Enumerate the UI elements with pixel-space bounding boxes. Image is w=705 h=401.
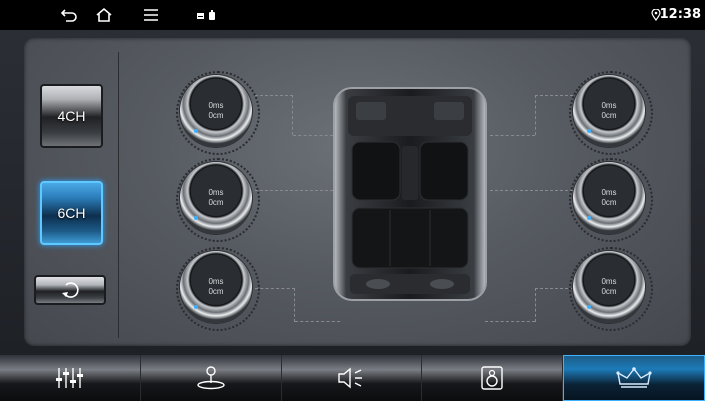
knob-indicator: [194, 216, 198, 220]
panel-divider: [118, 52, 119, 338]
delay-value: 0ms: [601, 277, 617, 286]
knob-indicator: [194, 305, 198, 309]
distance-value: 0cm: [208, 287, 224, 296]
connector: [535, 288, 573, 322]
delay-value: 0ms: [208, 188, 224, 197]
connector: [535, 95, 573, 135]
status-bar: 12:38: [0, 0, 705, 30]
speaker-knob-middle-right[interactable]: 0ms 0cm: [569, 158, 653, 242]
connector: [295, 321, 340, 322]
distance-value: 0cm: [601, 198, 617, 207]
knob-indicator: [587, 216, 591, 220]
notification-icons: [194, 5, 222, 25]
tab-subwoofer[interactable]: [422, 355, 564, 401]
connector: [490, 135, 535, 136]
delay-value: 0ms: [601, 101, 617, 110]
reset-icon: [62, 282, 79, 298]
reset-button[interactable]: [34, 275, 106, 305]
subwoofer-speaker-icon: [481, 366, 503, 390]
distance-value: 0cm: [208, 111, 224, 120]
speaker-knob-front-right[interactable]: 0ms 0cm: [569, 71, 653, 155]
crown-icon: [616, 367, 652, 388]
connector: [255, 190, 333, 200]
joystick-balance-icon: [196, 366, 225, 390]
delay-value: 0ms: [601, 188, 617, 197]
speaker-knob-rear-right[interactable]: 0ms 0cm: [569, 247, 653, 331]
delay-value: 0ms: [208, 277, 224, 286]
connector: [255, 288, 295, 322]
knob-indicator: [587, 305, 591, 309]
tab-balance[interactable]: [140, 355, 282, 401]
mode-6ch-label: 6CH: [57, 205, 86, 221]
speaker-sound-icon: [338, 367, 363, 389]
menu-icon[interactable]: [140, 5, 162, 25]
mode-6ch-button[interactable]: 6CH: [40, 181, 103, 245]
mode-4ch-label: 4CH: [57, 108, 86, 124]
speaker-knob-rear-left[interactable]: 0ms 0cm: [176, 247, 260, 331]
distance-value: 0cm: [208, 198, 224, 207]
bottom-tab-bar: [0, 355, 705, 401]
back-icon[interactable]: [58, 5, 80, 25]
speaker-knob-front-left[interactable]: 0ms 0cm: [176, 71, 260, 155]
equalizer-sliders-icon: [55, 368, 83, 388]
tab-equalizer[interactable]: [0, 355, 141, 401]
tab-sound[interactable]: [281, 355, 423, 401]
connector: [490, 190, 573, 200]
distance-value: 0cm: [601, 287, 617, 296]
delay-value: 0ms: [208, 101, 224, 110]
knob-indicator: [194, 129, 198, 133]
car-top-view-image: [333, 87, 487, 301]
clock: 12:38: [659, 7, 701, 22]
home-icon[interactable]: [93, 5, 115, 25]
distance-value: 0cm: [601, 111, 617, 120]
knob-indicator: [587, 129, 591, 133]
connector: [293, 135, 333, 136]
connector: [485, 321, 535, 322]
speaker-knob-middle-left[interactable]: 0ms 0cm: [176, 158, 260, 242]
connector: [255, 95, 293, 135]
tab-crown[interactable]: [563, 355, 705, 401]
mode-4ch-button[interactable]: 4CH: [40, 84, 103, 148]
